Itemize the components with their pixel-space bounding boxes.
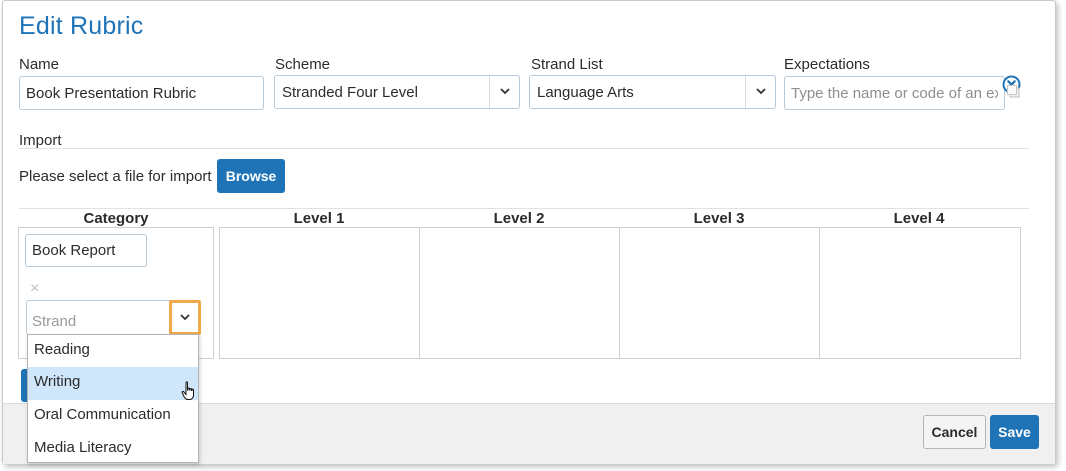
scheme-select[interactable]: Stranded Four Level [274,75,520,109]
column-header-level-1: Level 1 [293,210,345,227]
scheme-dropdown-toggle[interactable] [489,76,519,108]
remove-category-icon[interactable]: × [30,280,39,298]
strand-list-select[interactable]: Language Arts [529,75,776,109]
level-1-cell[interactable] [220,228,420,358]
column-header-level-4: Level 4 [893,210,945,227]
strand-dropdown-menu: Reading Writing Oral Communication Media… [27,334,199,463]
strand-placeholder: Strand [32,313,77,330]
strand-list-select-value: Language Arts [537,84,634,101]
import-divider [19,148,1029,149]
scheme-select-value: Stranded Four Level [282,84,418,101]
strand-option-reading[interactable]: Reading [28,335,198,368]
name-label: Name [19,56,60,73]
level-2-cell[interactable] [420,228,620,358]
chevron-down-icon [500,88,510,95]
strand-list-label: Strand List [531,56,603,73]
column-header-category: Category [83,210,149,227]
strand-option-media-literacy[interactable]: Media Literacy [28,433,198,466]
import-label: Import [19,132,62,149]
import-prompt: Please select a file for import [19,168,212,185]
scheme-label: Scheme [275,56,331,73]
level-3-cell[interactable] [620,228,820,358]
strand-select[interactable]: Strand [26,300,201,335]
name-input[interactable] [19,76,264,110]
column-header-level-3: Level 3 [693,210,745,227]
expectations-input[interactable] [784,76,1005,110]
strand-option-oral-communication[interactable]: Oral Communication [28,400,198,433]
chevron-down-icon [756,88,766,95]
chevron-down-icon [180,314,190,321]
category-name-input[interactable] [25,234,147,267]
strand-list-dropdown-toggle[interactable] [745,76,775,108]
level-4-cell[interactable] [820,228,1020,358]
level-grid [219,227,1021,359]
cancel-button[interactable]: Cancel [923,415,986,449]
strand-option-writing[interactable]: Writing [28,367,198,400]
column-header-level-2: Level 2 [493,210,545,227]
browse-button[interactable]: Browse [217,159,285,193]
save-button[interactable]: Save [990,415,1039,449]
hand-pointer-icon [181,381,194,400]
edit-rubric-dialog: Edit Rubric Name Scheme Stranded Four Le… [2,0,1056,464]
expectations-label: Expectations [784,56,870,73]
copy-icon[interactable] [1006,84,1021,99]
table-divider [19,208,1029,209]
strand-dropdown-toggle[interactable] [169,300,201,335]
dialog-title: Edit Rubric [19,12,144,40]
